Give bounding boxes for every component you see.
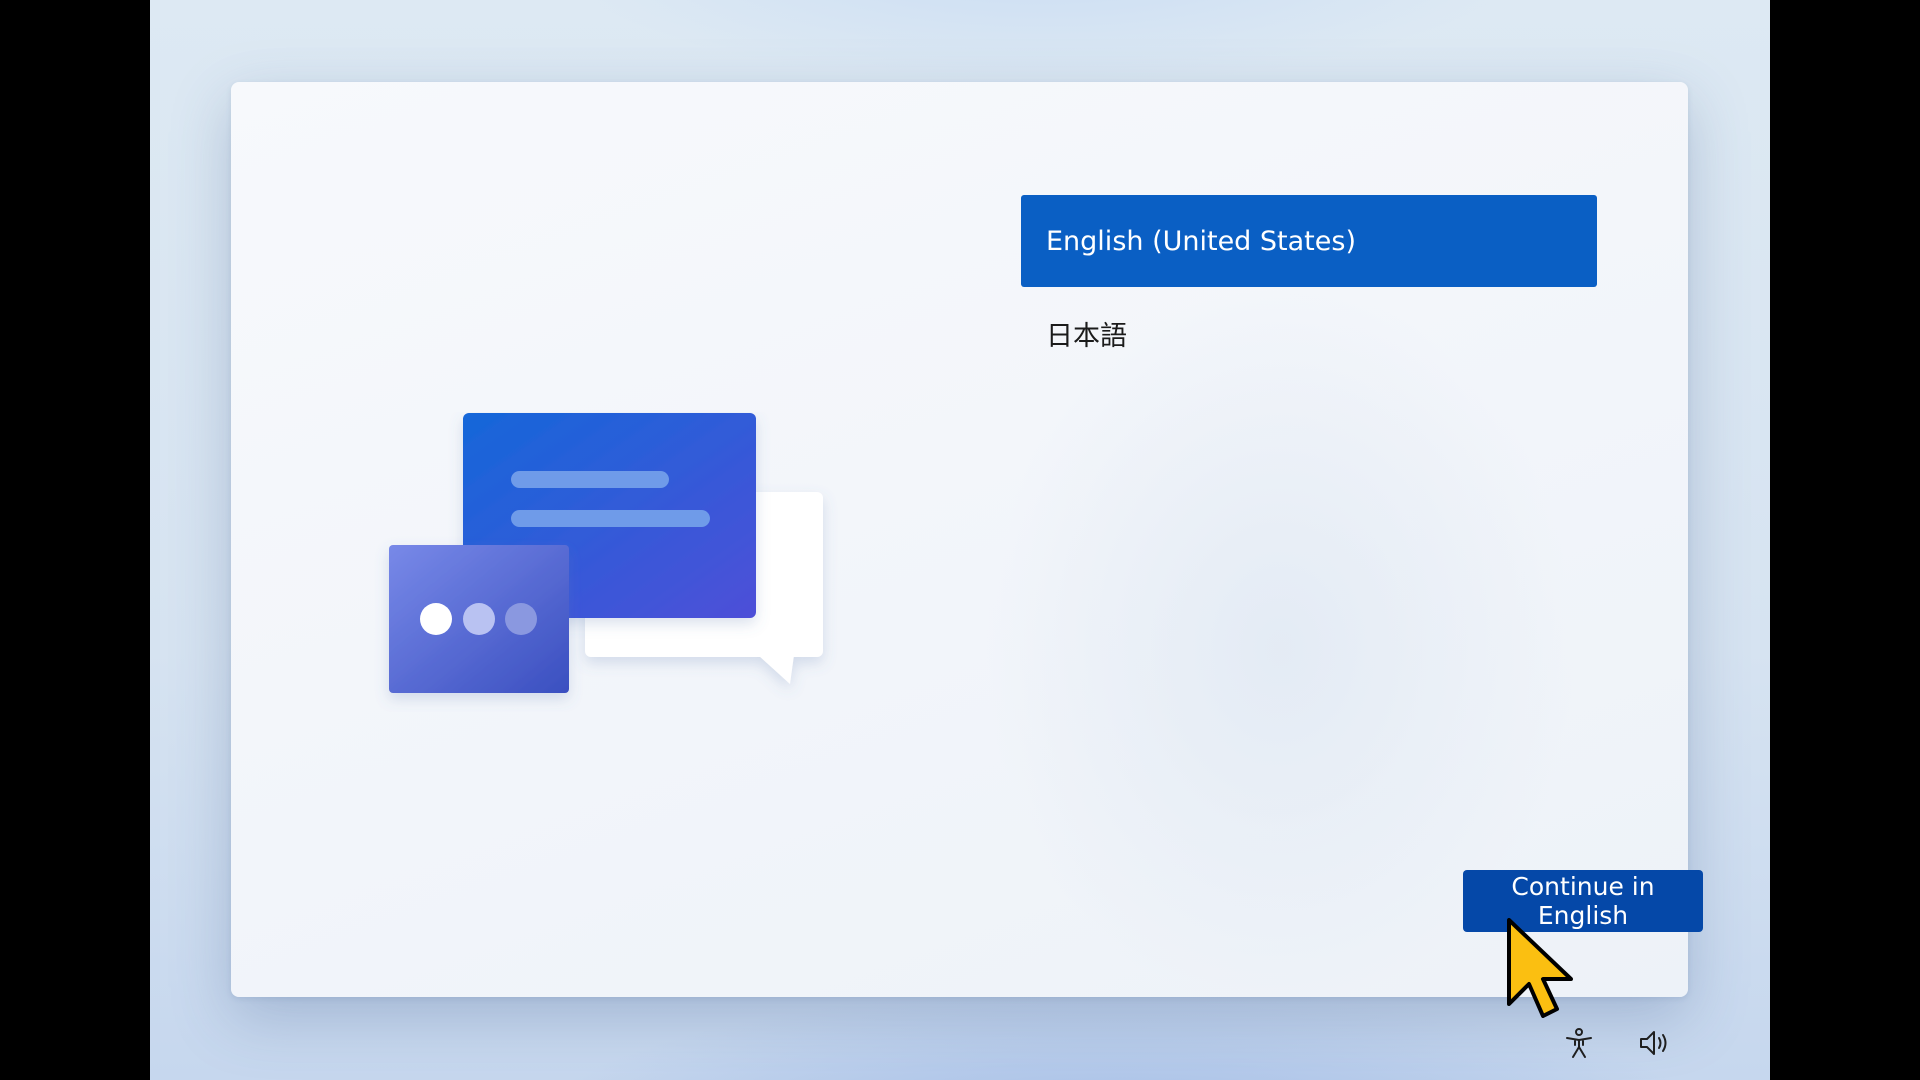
accessibility-icon[interactable] [1562,1026,1596,1060]
language-option-japanese[interactable]: 日本語 [1021,287,1597,379]
language-option-english-us[interactable]: English (United States) [1021,195,1597,287]
language-dialog: English (United States) 日本語 Continue in … [231,82,1703,997]
language-list: English (United States) 日本語 [1021,195,1597,379]
chat-bubbles-illustration [358,412,838,712]
setup-screen: English (United States) 日本語 Continue in … [150,0,1770,1080]
volume-icon[interactable] [1638,1026,1672,1060]
continue-button[interactable]: Continue in English [1463,870,1703,932]
